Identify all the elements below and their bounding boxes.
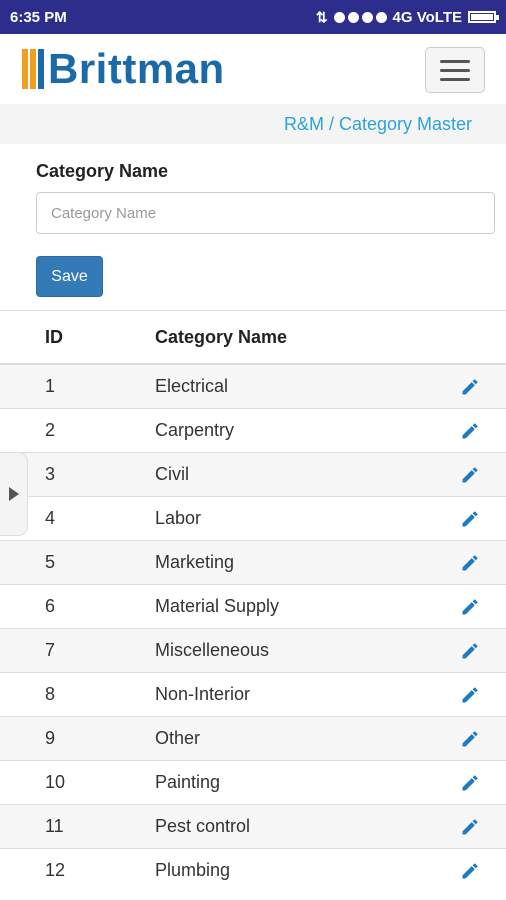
pencil-icon[interactable] [460,377,480,397]
status-indicators: ⇅ 4G VoLTE [315,8,499,26]
row-category-name: Civil [155,452,455,497]
table-row: 1 Electrical [0,363,506,409]
breadcrumb: R&M / Category Master [0,104,506,144]
pencil-icon[interactable] [460,861,480,881]
row-id: 5 [0,540,155,585]
pencil-icon[interactable] [460,509,480,529]
signal-icon [333,11,387,23]
drawer-toggle[interactable] [0,452,28,536]
name-column-header: Category Name [155,311,455,365]
edit-button[interactable] [455,540,506,585]
category-name-label: Category Name [36,161,169,181]
pencil-icon[interactable] [460,641,480,661]
status-bar: 6:35 PM ⇅ 4G VoLTE [0,0,506,34]
edit-button[interactable] [455,628,506,673]
edit-column-header [455,311,506,365]
edit-button[interactable] [455,760,506,805]
row-category-name: Plumbing [155,848,455,892]
row-category-name: Other [155,716,455,761]
row-id: 9 [0,716,155,761]
edit-button[interactable] [455,363,506,409]
table-row: 10 Painting [0,760,506,805]
edit-button[interactable] [455,584,506,629]
row-category-name: Non-Interior [155,672,455,717]
table-row: 6 Material Supply [0,584,506,629]
table-row: 11 Pest control [0,804,506,849]
category-name-input[interactable] [36,192,495,234]
pencil-icon[interactable] [460,553,480,573]
edit-button[interactable] [455,848,506,892]
table-row: 9 Other [0,716,506,761]
edit-button[interactable] [455,408,506,453]
category-table: ID Category Name 1 Electrical 2 Carpentry 3 C… [0,311,506,892]
row-id: 10 [0,760,155,805]
hamburger-icon [440,59,470,63]
table-row: 5 Marketing [0,540,506,585]
row-category-name: Painting [155,760,455,805]
table-row: 12 Plumbing [0,848,506,892]
row-category-name: Labor [155,496,455,541]
row-category-name: Carpentry [155,408,455,453]
menu-button[interactable] [425,47,485,93]
pencil-icon[interactable] [460,685,480,705]
row-id: 1 [0,363,155,409]
row-category-name: Electrical [155,363,455,409]
pencil-icon[interactable] [460,597,480,617]
row-id: 11 [0,804,155,849]
pencil-icon[interactable] [460,465,480,485]
category-form: Category Name Save [0,144,506,311]
row-id: 12 [0,848,155,892]
table-row: 3 Civil [0,452,506,497]
pencil-icon[interactable] [460,729,480,749]
status-time: 6:35 PM [10,8,67,26]
pencil-icon[interactable] [460,817,480,837]
save-button[interactable]: Save [36,256,103,297]
edit-button[interactable] [455,716,506,761]
edit-button[interactable] [455,452,506,497]
row-category-name: Material Supply [155,584,455,629]
table-header-row: ID Category Name [0,311,506,365]
table-row: 8 Non-Interior [0,672,506,717]
breadcrumb-link[interactable]: R&M / Category Master [284,114,472,135]
data-transfer-icon: ⇅ [315,8,328,25]
row-id: 8 [0,672,155,717]
row-id: 2 [0,408,155,453]
pencil-icon[interactable] [460,773,480,793]
edit-button[interactable] [455,496,506,541]
chevron-right-icon [8,487,19,501]
logo-text: Brittman [48,45,225,92]
table-row: 2 Carpentry [0,408,506,453]
network-type: 4G VoLTE [392,8,462,26]
row-id: 6 [0,584,155,629]
edit-button[interactable] [455,804,506,849]
logo-mark-icon [22,49,44,89]
row-category-name: Pest control [155,804,455,849]
table-row: 7 Miscelleneous [0,628,506,673]
row-category-name: Miscelleneous [155,628,455,673]
brand-logo[interactable]: Brittman [22,47,225,91]
edit-button[interactable] [455,672,506,717]
row-category-name: Marketing [155,540,455,585]
table-row: 4 Labor [0,496,506,541]
app-header: Brittman [0,34,506,105]
id-column-header: ID [0,311,155,365]
pencil-icon[interactable] [460,421,480,441]
battery-icon [468,11,499,23]
row-id: 7 [0,628,155,673]
